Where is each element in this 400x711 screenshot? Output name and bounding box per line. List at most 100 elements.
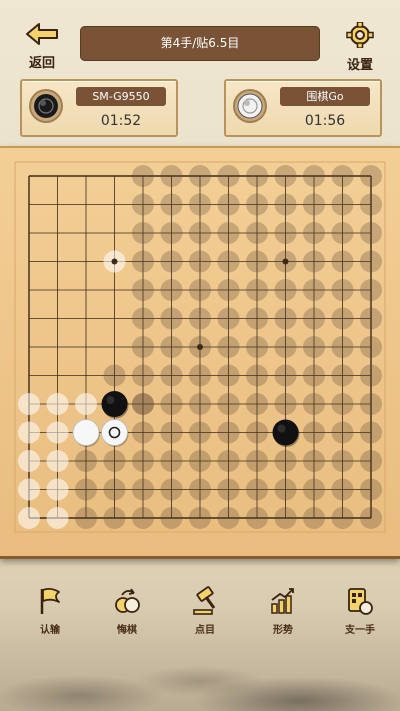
black-territory-marker (303, 307, 325, 330)
black-territory-marker (303, 450, 325, 472)
black-territory-marker (331, 364, 354, 387)
back-button[interactable]: 返回 (20, 22, 64, 71)
black-territory-marker (75, 478, 97, 501)
white-territory-marker (75, 393, 97, 415)
black-territory-marker (103, 450, 126, 472)
black-territory-marker (217, 279, 240, 301)
black-territory-marker (160, 307, 183, 330)
stone-highlight (277, 424, 286, 433)
black-territory-marker (303, 165, 325, 187)
black-territory-marker (217, 478, 240, 501)
black-territory-marker (246, 421, 268, 444)
gear-icon (346, 21, 374, 49)
black-territory-marker (331, 478, 354, 501)
black-territory-marker (189, 279, 211, 301)
black-territory-marker (246, 478, 268, 501)
white-territory-marker (18, 507, 40, 529)
white-territory-marker (18, 450, 40, 472)
player-name: 围棋Go (280, 87, 370, 106)
black-territory-marker (132, 279, 154, 301)
black-territory-marker (75, 450, 97, 472)
black-territory-marker (246, 250, 268, 273)
black-territory-marker (360, 193, 382, 216)
black-territory-marker (303, 507, 325, 529)
move-status: 第4手/贴6.5目 (80, 26, 320, 61)
black-territory-marker (189, 193, 211, 216)
black-territory-marker (274, 393, 297, 415)
black-territory-marker (132, 421, 154, 444)
black-territory-marker (217, 222, 240, 244)
settings-label: 设置 (346, 58, 373, 73)
black-territory-marker (274, 450, 297, 472)
black-territory-marker (160, 393, 183, 415)
black-territory-marker (331, 279, 354, 301)
black-territory-marker (331, 165, 354, 187)
black-territory-marker (160, 193, 183, 216)
black-territory-marker (274, 193, 297, 216)
black-territory-marker (303, 478, 325, 501)
black-territory-marker (103, 478, 126, 501)
black-territory-marker (160, 364, 183, 387)
star-point (282, 258, 289, 265)
undo-button[interactable]: 悔棋 (99, 586, 155, 636)
black-territory-marker (75, 507, 97, 529)
black-territory-marker (160, 250, 183, 273)
black-territory-marker (303, 193, 325, 216)
black-territory-marker (331, 450, 354, 472)
black-territory-marker (274, 478, 297, 501)
white-territory-marker (46, 478, 69, 501)
black-territory-marker (360, 165, 382, 187)
player-card-white: 围棋Go 01:56 (224, 79, 382, 137)
black-territory-marker (303, 364, 325, 387)
black-territory-marker (303, 250, 325, 273)
black-territory-marker (132, 307, 154, 330)
white-territory-marker (18, 421, 40, 444)
black-territory-marker (217, 250, 240, 273)
situation-button[interactable]: 形势 (255, 586, 311, 636)
black-territory-marker (274, 222, 297, 244)
black-territory-marker (160, 507, 183, 529)
black-territory-marker (189, 393, 211, 415)
black-territory-marker (160, 421, 183, 444)
board-grid[interactable] (0, 148, 400, 556)
black-territory-marker (132, 507, 154, 529)
resign-label: 认输 (40, 625, 60, 636)
black-territory-marker (360, 307, 382, 330)
black-territory-marker (331, 250, 354, 273)
black-territory-marker (189, 478, 211, 501)
black-territory-marker (132, 165, 154, 187)
black-territory-marker (217, 450, 240, 472)
count-button[interactable]: 点目 (177, 586, 233, 636)
white-territory-marker (46, 450, 69, 472)
white-stone-icon (237, 93, 263, 119)
black-territory-marker (274, 507, 297, 529)
black-territory-marker (360, 478, 382, 501)
black-territory-marker (360, 222, 382, 244)
black-territory-marker (360, 279, 382, 301)
black-territory-marker (217, 165, 240, 187)
black-territory-marker (331, 393, 354, 415)
hint-button[interactable]: 支一手 (332, 586, 388, 636)
black-territory-marker (189, 307, 211, 330)
settings-button[interactable]: 设置 (338, 21, 382, 73)
black-territory-marker (360, 336, 382, 358)
black-territory-marker (360, 364, 382, 387)
black-territory-marker (160, 222, 183, 244)
undo-stones-icon (115, 588, 140, 613)
black-territory-marker (246, 450, 268, 472)
black-territory-marker (132, 393, 154, 415)
hint-icon (348, 588, 373, 615)
black-territory-marker (160, 478, 183, 501)
avatar (235, 91, 265, 121)
resign-button[interactable]: 认输 (22, 586, 78, 636)
black-territory-marker (132, 336, 154, 358)
go-board[interactable] (0, 146, 400, 559)
situation-label: 形势 (273, 625, 293, 636)
undo-label: 悔棋 (117, 625, 137, 636)
black-territory-marker (132, 250, 154, 273)
black-territory-marker (160, 336, 183, 358)
white-stone (72, 419, 100, 446)
black-territory-marker (303, 421, 325, 444)
black-territory-marker (217, 364, 240, 387)
avatar (31, 91, 61, 121)
